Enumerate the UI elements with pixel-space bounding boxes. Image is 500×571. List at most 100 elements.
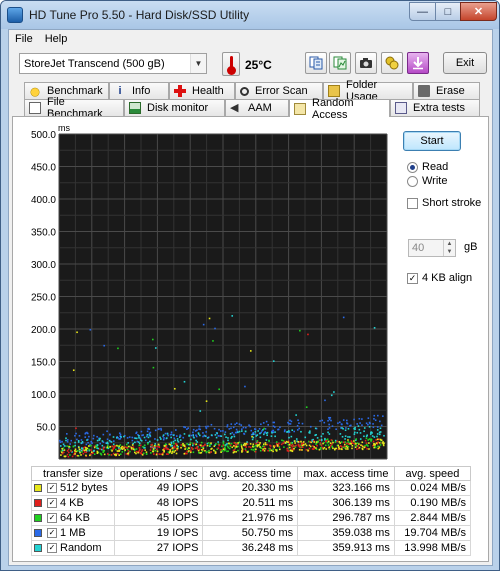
menu-file[interactable]: File bbox=[15, 33, 33, 45]
series-visible-checkbox[interactable]: ✓ bbox=[47, 483, 57, 494]
chevron-down-icon[interactable]: ▼ bbox=[190, 54, 206, 73]
menu-help[interactable]: Help bbox=[45, 33, 68, 45]
data-point bbox=[328, 418, 331, 421]
row-max: 296.787 ms bbox=[297, 510, 395, 526]
data-point bbox=[283, 446, 285, 448]
data-point bbox=[257, 441, 259, 444]
extra-tests-icon bbox=[395, 102, 407, 114]
data-point bbox=[165, 437, 168, 439]
tab-label: Health bbox=[192, 85, 224, 97]
data-point bbox=[162, 434, 165, 436]
data-point bbox=[135, 448, 138, 450]
spin-arrows-icon[interactable]: ▲ ▼ bbox=[443, 240, 455, 256]
data-point bbox=[144, 449, 147, 451]
data-point bbox=[163, 447, 165, 450]
data-point bbox=[358, 443, 360, 445]
data-point bbox=[222, 430, 224, 432]
data-point bbox=[334, 448, 336, 451]
data-point bbox=[227, 446, 230, 449]
row-size-label: 64 KB bbox=[60, 512, 90, 524]
save-button[interactable] bbox=[407, 52, 429, 74]
tab-aam[interactable]: ◀ AAM bbox=[225, 99, 289, 116]
data-point bbox=[271, 430, 274, 432]
data-point bbox=[368, 438, 371, 440]
screenshot-button[interactable] bbox=[355, 52, 377, 74]
minimize-button[interactable]: — bbox=[409, 2, 436, 21]
data-point bbox=[366, 448, 368, 450]
data-point bbox=[212, 340, 214, 342]
series-visible-checkbox[interactable]: ✓ bbox=[47, 513, 57, 524]
data-point bbox=[274, 435, 276, 438]
short-stroke-checkbox[interactable]: Short stroke bbox=[407, 197, 481, 209]
data-point bbox=[272, 425, 275, 427]
read-radio[interactable]: Read bbox=[407, 161, 448, 173]
tab-erase[interactable]: Erase bbox=[413, 82, 480, 99]
data-point bbox=[357, 425, 360, 427]
tab-random-access[interactable]: Random Access bbox=[289, 97, 390, 121]
data-point bbox=[322, 442, 324, 445]
data-point bbox=[308, 431, 311, 434]
tab-file-benchmark[interactable]: File Benchmark bbox=[24, 96, 124, 120]
align-4kb-checkbox[interactable]: ✓ 4 KB align bbox=[407, 272, 472, 284]
data-point bbox=[361, 447, 364, 450]
data-point bbox=[158, 453, 161, 455]
data-point bbox=[345, 448, 347, 450]
col-avg-speed: avg. speed bbox=[393, 466, 472, 481]
data-point bbox=[330, 419, 332, 422]
y-axis-unit-label: ms bbox=[58, 123, 70, 133]
data-point bbox=[175, 452, 178, 455]
tab-disk-monitor[interactable]: Disk monitor bbox=[124, 99, 225, 116]
tab-error-scan[interactable]: Error Scan bbox=[235, 82, 323, 99]
align-4kb-label: 4 KB align bbox=[422, 272, 473, 284]
monitor-chart-icon bbox=[129, 102, 141, 114]
row-size-label: 4 KB bbox=[60, 497, 84, 509]
close-button[interactable]: ✕ bbox=[460, 2, 497, 21]
camera-icon bbox=[360, 58, 372, 68]
data-point bbox=[202, 445, 205, 447]
data-point bbox=[278, 442, 280, 445]
exit-button[interactable]: Exit bbox=[443, 52, 487, 74]
data-point bbox=[188, 447, 190, 450]
row-max: 323.166 ms bbox=[297, 480, 395, 496]
data-point bbox=[259, 446, 261, 448]
data-point bbox=[254, 433, 256, 435]
data-point bbox=[161, 453, 164, 456]
copy-chart-button[interactable] bbox=[329, 52, 351, 74]
drive-select[interactable]: StoreJet Transcend (500 gB) ▼ bbox=[19, 53, 207, 74]
tab-label: Info bbox=[132, 85, 151, 97]
row-speed: 13.998 MB/s bbox=[393, 540, 472, 556]
title-bar[interactable]: HD Tune Pro 5.50 - Hard Disk/SSD Utility… bbox=[1, 1, 499, 29]
copy-info-button[interactable] bbox=[305, 52, 327, 74]
data-point bbox=[367, 417, 370, 419]
data-point bbox=[220, 435, 223, 437]
row-size-cell: ✓ 512 bytes bbox=[30, 480, 116, 496]
data-point bbox=[77, 454, 79, 457]
options-button[interactable] bbox=[381, 52, 403, 74]
table-row: ✓ 64 KB 45 IOPS 21.976 ms 296.787 ms 2.844 MB… bbox=[30, 510, 472, 526]
data-point bbox=[205, 427, 208, 429]
data-point bbox=[117, 447, 120, 449]
tab-extra-tests[interactable]: Extra tests bbox=[390, 99, 480, 116]
series-visible-checkbox[interactable]: ✓ bbox=[47, 543, 57, 554]
data-point bbox=[321, 446, 324, 449]
data-point bbox=[207, 442, 210, 444]
data-point bbox=[291, 450, 294, 453]
data-point bbox=[198, 448, 201, 451]
data-point bbox=[235, 443, 237, 445]
data-point bbox=[327, 431, 329, 434]
series-visible-checkbox[interactable]: ✓ bbox=[47, 498, 57, 509]
short-stroke-size-input[interactable]: 40 ▲ ▼ bbox=[408, 239, 456, 257]
data-point bbox=[374, 419, 377, 422]
data-point bbox=[344, 435, 347, 437]
data-point bbox=[288, 436, 290, 439]
series-visible-checkbox[interactable]: ✓ bbox=[47, 528, 57, 539]
data-point bbox=[382, 415, 384, 417]
tab-health[interactable]: Health bbox=[169, 82, 235, 99]
data-point bbox=[364, 439, 367, 442]
data-point bbox=[152, 448, 155, 450]
data-point bbox=[376, 429, 379, 431]
data-point bbox=[328, 416, 330, 419]
maximize-button[interactable]: □ bbox=[435, 2, 461, 21]
start-button[interactable]: Start bbox=[403, 131, 461, 151]
write-radio[interactable]: Write bbox=[407, 175, 447, 187]
